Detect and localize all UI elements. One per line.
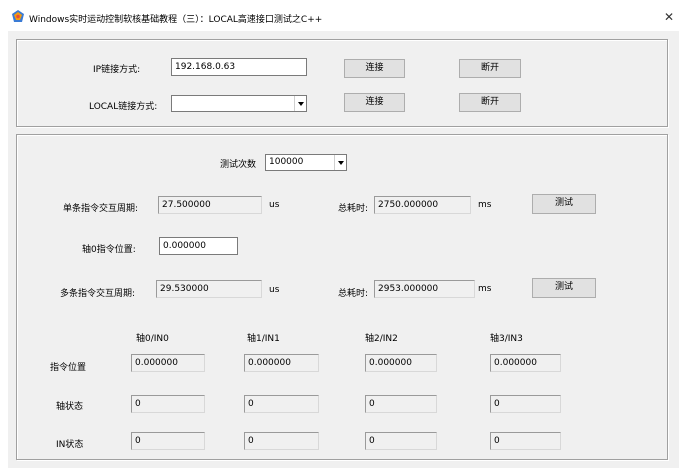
ip-label: IP链接方式: xyxy=(93,65,141,75)
column-header: 轴0/IN0 xyxy=(136,334,169,344)
row-label: 轴状态 xyxy=(56,402,84,412)
local-label: LOCAL链接方式: xyxy=(89,102,158,112)
table-cell: 0 xyxy=(244,432,319,450)
test-count-label: 测试次数 xyxy=(220,160,257,170)
local-disconnect-button[interactable]: 断开 xyxy=(459,93,521,112)
table-cell: 0 xyxy=(490,395,561,413)
axis0-position-label: 轴0指令位置: xyxy=(82,245,136,255)
total-time-unit-2: ms xyxy=(478,284,492,294)
ip-address-input[interactable]: 192.168.0.63 xyxy=(171,58,307,76)
table-cell: 0.000000 xyxy=(365,354,437,372)
table-cell: 0.000000 xyxy=(131,354,205,372)
column-header: 轴3/IN3 xyxy=(490,334,523,344)
test-count-value: 100000 xyxy=(269,157,304,167)
table-cell: 0 xyxy=(131,432,205,450)
total-time-field-1: 2750.000000 xyxy=(374,196,471,214)
total-time-label-2: 总耗时: xyxy=(338,289,369,299)
table-cell: 0 xyxy=(490,432,561,450)
total-time-field-2: 2953.000000 xyxy=(374,280,475,298)
multi-period-field: 29.530000 xyxy=(156,280,262,298)
multi-period-label: 多条指令交互周期: xyxy=(60,289,136,299)
table-cell: 0.000000 xyxy=(490,354,561,372)
table-cell: 0 xyxy=(365,395,437,413)
ip-disconnect-button[interactable]: 断开 xyxy=(459,59,521,78)
window-title: Windows实时运动控制软核基础教程（三）：LOCAL高速接口测试之C++ xyxy=(29,15,323,25)
multi-test-button[interactable]: 测试 xyxy=(532,278,596,298)
app-icon xyxy=(12,10,24,22)
chevron-down-icon[interactable] xyxy=(334,155,346,170)
row-label: 指令位置 xyxy=(50,363,87,373)
column-header: 轴2/IN2 xyxy=(365,334,398,344)
test-count-select[interactable]: 100000 xyxy=(265,154,347,171)
table-cell: 0.000000 xyxy=(244,354,319,372)
total-time-unit-1: ms xyxy=(478,200,492,210)
single-period-unit: us xyxy=(269,200,280,210)
table-cell: 0 xyxy=(244,395,319,413)
single-period-field: 27.500000 xyxy=(158,196,262,214)
row-label: IN状态 xyxy=(56,440,84,450)
local-connect-button[interactable]: 连接 xyxy=(344,93,405,112)
ip-connect-button[interactable]: 连接 xyxy=(344,59,405,78)
window-client-area: IP链接方式: 192.168.0.63 连接 断开 LOCAL链接方式: 连接… xyxy=(8,31,679,468)
close-icon[interactable]: ✕ xyxy=(662,10,676,24)
table-cell: 0 xyxy=(365,432,437,450)
table-cell: 0 xyxy=(131,395,205,413)
axis0-position-input[interactable]: 0.000000 xyxy=(159,237,238,255)
local-select[interactable] xyxy=(171,95,307,112)
single-test-button[interactable]: 测试 xyxy=(532,194,596,214)
chevron-down-icon[interactable] xyxy=(294,96,306,111)
single-period-label: 单条指令交互周期: xyxy=(63,204,139,214)
connection-group xyxy=(16,39,668,127)
column-header: 轴1/IN1 xyxy=(247,334,280,344)
multi-period-unit: us xyxy=(269,285,280,295)
total-time-label-1: 总耗时: xyxy=(338,204,369,214)
